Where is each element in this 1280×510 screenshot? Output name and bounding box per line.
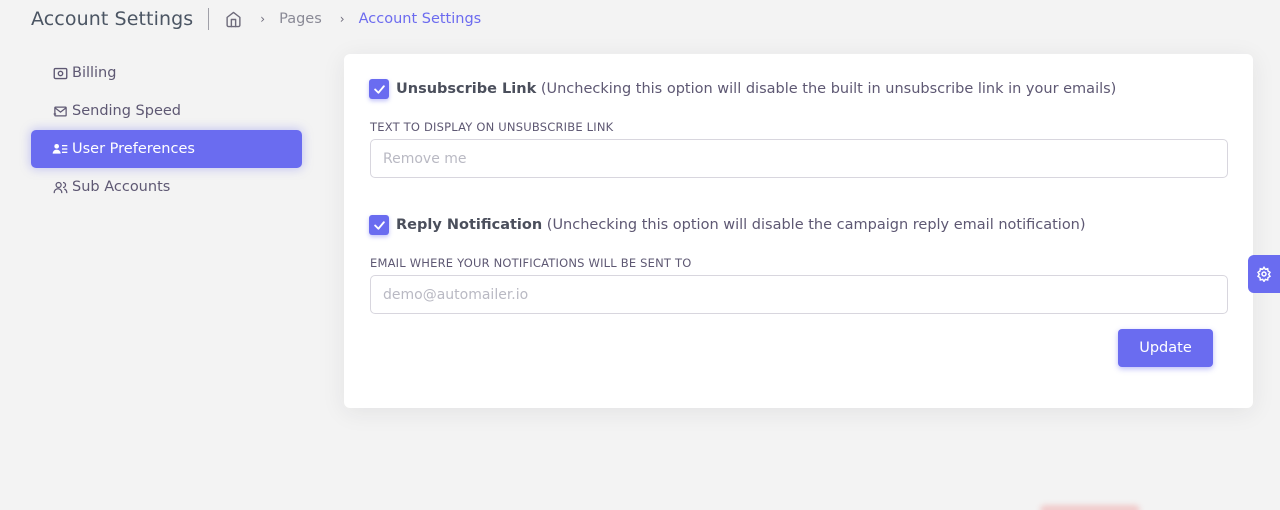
sidebar-item-sub-accounts[interactable]: Sub Accounts (31, 168, 302, 206)
reply-notification-checkbox[interactable] (369, 215, 389, 235)
breadcrumb: › Pages › Account Settings (224, 10, 481, 28)
breadcrumb-separator-icon: › (260, 12, 266, 26)
unsubscribe-option: Unsubscribe Link (Unchecking this option… (369, 79, 1116, 99)
unsubscribe-label: Unsubscribe Link (Unchecking this option… (396, 81, 1116, 97)
unsubscribe-text-label: TEXT TO DISPLAY ON UNSUBSCRIBE LINK (370, 120, 614, 134)
sidebar-item-billing[interactable]: Billing (31, 54, 302, 92)
floating-element-edge (1040, 505, 1140, 510)
customizer-toggle[interactable] (1248, 255, 1280, 293)
unsubscribe-title: Unsubscribe Link (396, 81, 537, 97)
home-icon[interactable] (224, 10, 242, 28)
page-title: Account Settings (31, 8, 210, 30)
sidebar-item-sending-speed[interactable]: Sending Speed (31, 92, 302, 130)
mail-speed-icon (52, 103, 68, 119)
sidebar-item-label: Sub Accounts (72, 179, 171, 195)
notification-email-label: EMAIL WHERE YOUR NOTIFICATIONS WILL BE S… (370, 256, 692, 270)
sidebar-item-user-preferences[interactable]: User Preferences (31, 130, 302, 168)
unsubscribe-description: (Unchecking this option will disable the… (540, 81, 1117, 97)
settings-gear-icon (1256, 266, 1272, 282)
check-icon (373, 220, 385, 230)
users-icon (52, 179, 68, 195)
breadcrumb-pages[interactable]: Pages (279, 11, 322, 27)
billing-icon (52, 65, 68, 81)
sidebar-item-label: Sending Speed (72, 103, 182, 119)
reply-notification-label: Reply Notification (Unchecking this opti… (396, 217, 1086, 233)
unsubscribe-text-input[interactable] (370, 139, 1228, 178)
unsubscribe-checkbox[interactable] (369, 79, 389, 99)
settings-sidebar: Billing Sending Speed User Preferences S… (31, 54, 302, 206)
reply-notification-title: Reply Notification (396, 217, 543, 233)
breadcrumb-account-settings: Account Settings (358, 11, 482, 27)
check-icon (373, 84, 385, 94)
reply-notification-description: (Unchecking this option will disable the… (546, 217, 1086, 233)
update-button[interactable]: Update (1118, 329, 1213, 367)
sidebar-item-label: Billing (72, 65, 117, 81)
breadcrumb-separator-icon: › (339, 12, 345, 26)
user-list-icon (52, 141, 68, 157)
page-header: Account Settings › Pages › Account Setti… (31, 0, 481, 38)
reply-notification-option: Reply Notification (Unchecking this opti… (369, 215, 1086, 235)
user-preferences-card: Unsubscribe Link (Unchecking this option… (344, 54, 1253, 408)
sidebar-item-label: User Preferences (72, 141, 195, 157)
notification-email-input[interactable] (370, 275, 1228, 314)
